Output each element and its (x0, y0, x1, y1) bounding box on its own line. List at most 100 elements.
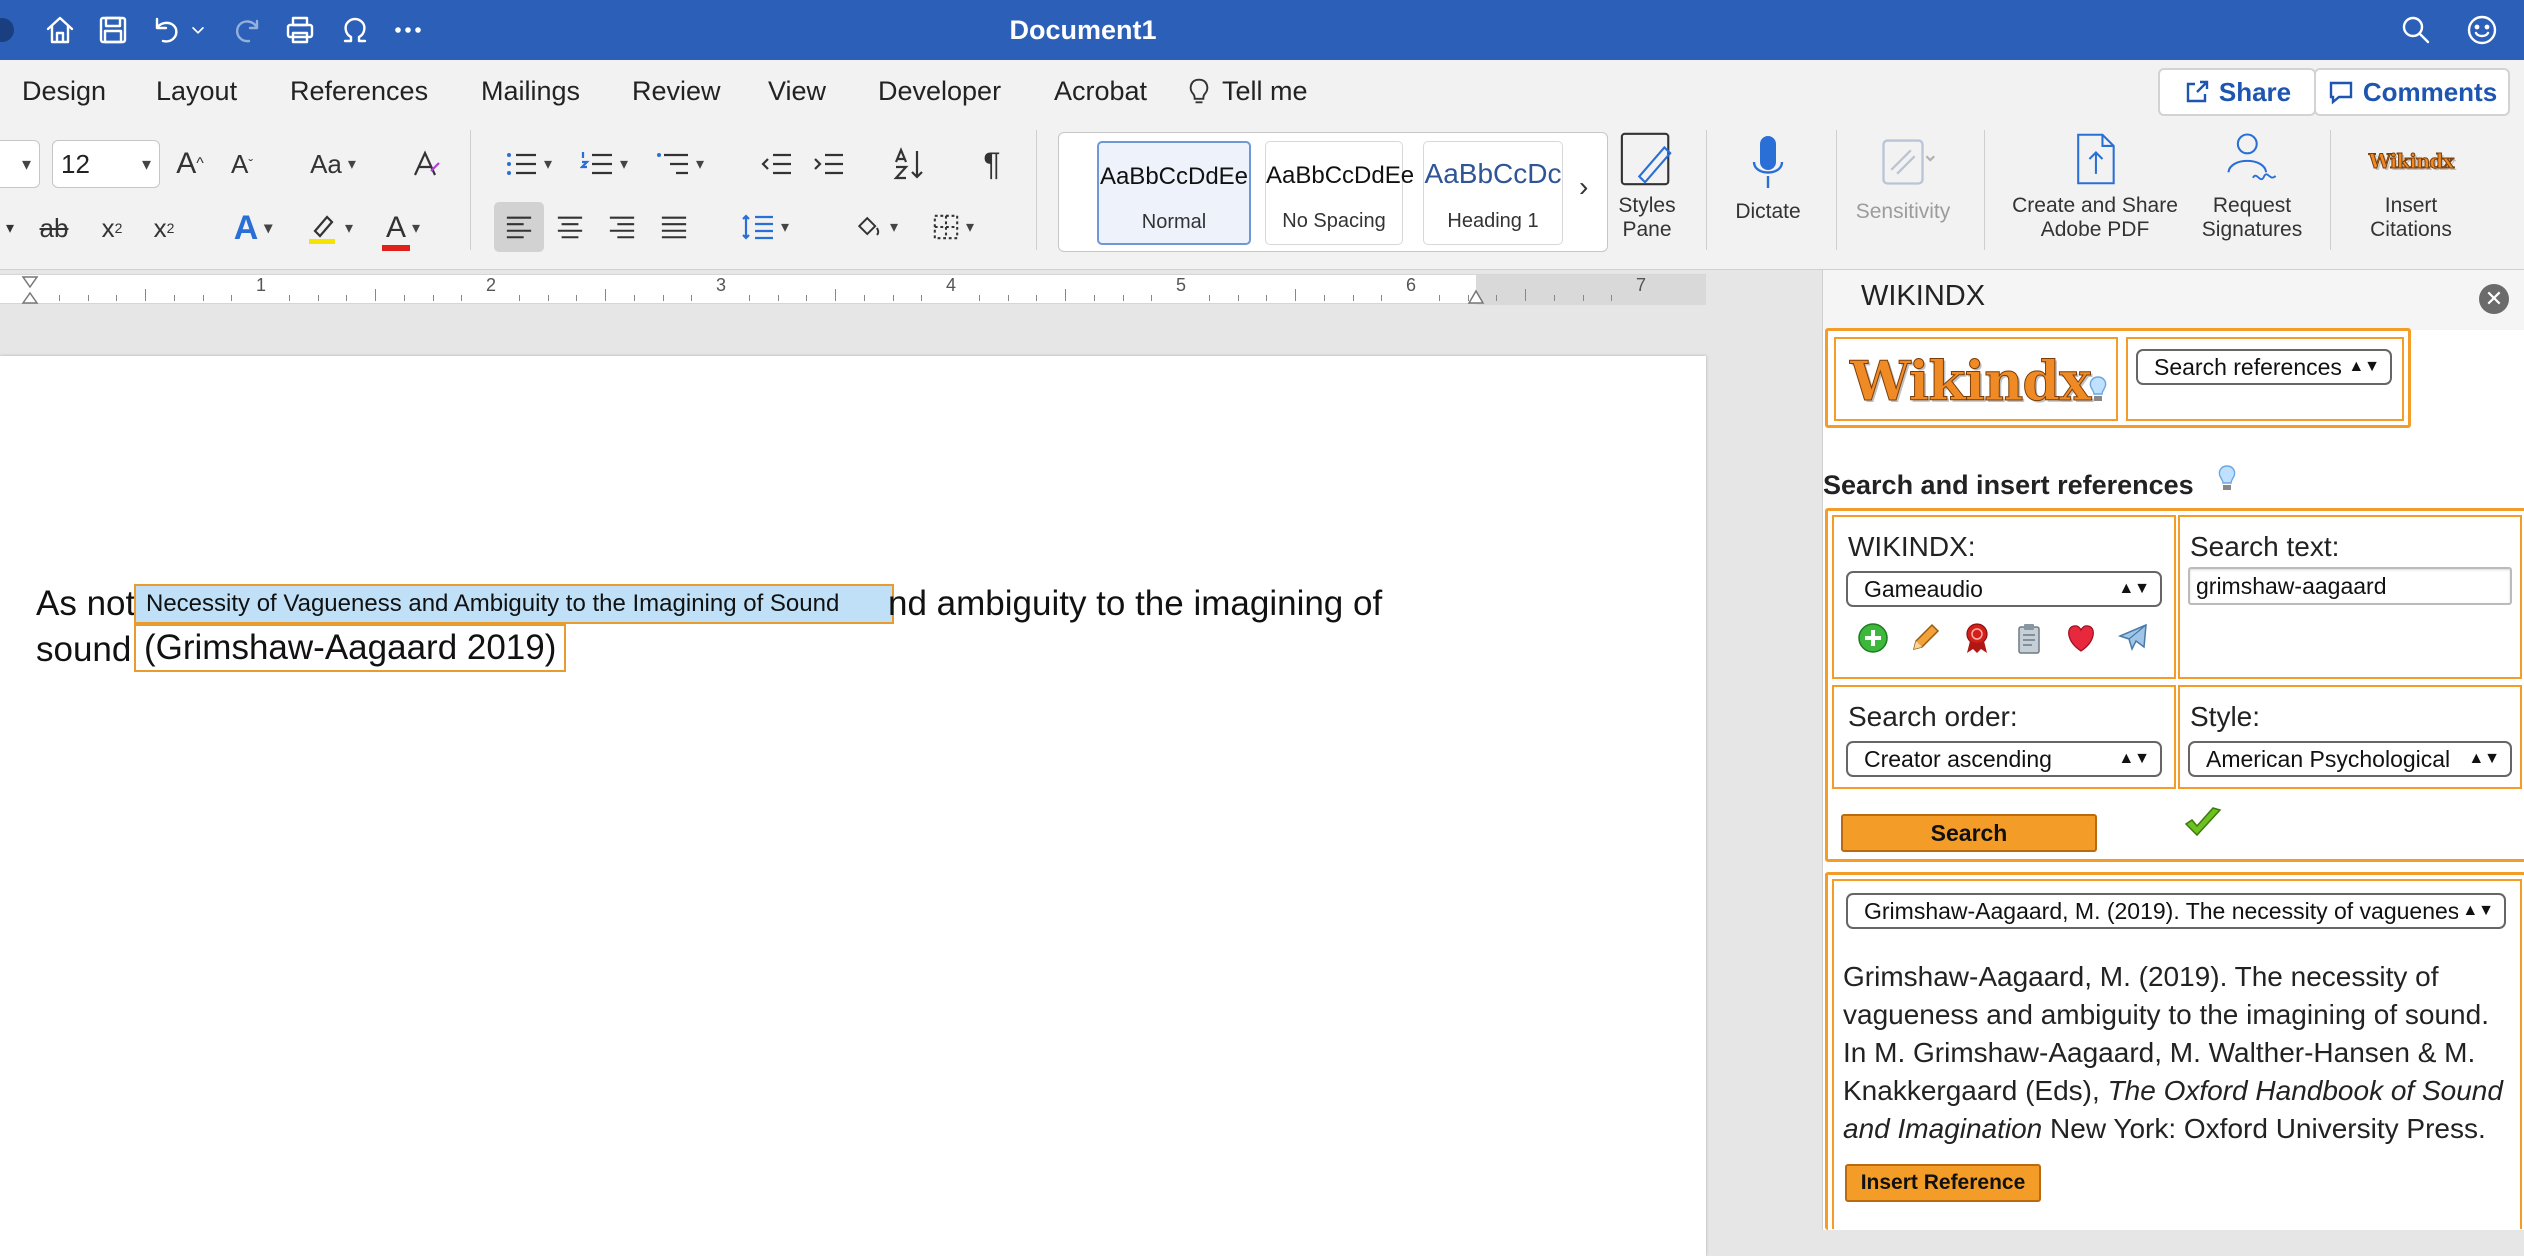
align-center-button[interactable] (548, 202, 592, 252)
underline-dropdown-chevron-icon[interactable]: ▾ (0, 206, 20, 250)
clipboard-icon[interactable] (2012, 621, 2046, 655)
heart-icon[interactable] (2064, 621, 2098, 655)
font-color-button[interactable]: A ▾ (370, 206, 436, 251)
smiley-feedback-icon[interactable] (2462, 10, 2502, 50)
tab-mailings[interactable]: Mailings (481, 60, 580, 122)
numbering-button[interactable]: ▾ (572, 142, 636, 186)
airplane-icon[interactable] (2116, 621, 2150, 655)
ruler-tick (605, 289, 606, 301)
lightbulb-help-icon[interactable] (2217, 464, 2237, 494)
ruler-tick (748, 295, 750, 301)
edit-pencil-icon[interactable] (1908, 621, 1942, 655)
multilevel-list-button[interactable]: ▾ (648, 142, 712, 186)
ribbon-separator (1984, 130, 1985, 250)
close-pane-icon[interactable]: ✕ (2479, 284, 2509, 314)
ruler-tick (173, 295, 175, 301)
ruler-tick (1323, 295, 1325, 301)
font-size-combo[interactable]: 12 ▾ (52, 140, 160, 188)
clear-formatting-icon[interactable] (406, 142, 446, 186)
award-ribbon-icon[interactable] (1960, 621, 1994, 655)
result-select-value: Grimshaw-Aagaard, M. (2019). The necessi… (1864, 898, 2471, 924)
document-page[interactable]: As not Necessity of Vagueness and Ambigu… (0, 356, 1706, 1256)
wikindx-select[interactable]: Gameaudio ▲▼ (1846, 571, 2162, 607)
tab-references[interactable]: References (290, 60, 428, 122)
ruler-tick (461, 295, 463, 301)
search-form-box: WIKINDX: Gameaudio ▲▼ Search text: grimsh… (1825, 508, 2524, 862)
ruler-tick (375, 289, 376, 301)
ruler-number: 3 (716, 275, 727, 295)
sensitivity-button[interactable]: Sensitivity (1848, 132, 1958, 224)
create-pdf-icon (2077, 133, 2115, 185)
ruler-tick (1208, 295, 1210, 301)
lightbulb-help-icon[interactable] (2088, 375, 2108, 405)
style-no-spacing[interactable]: AaBbCcDdEe No Spacing (1265, 141, 1414, 245)
tell-me-label: Tell me (1222, 76, 1308, 106)
style-select[interactable]: American Psychological ▲▼ (2188, 741, 2512, 777)
request-signatures-button[interactable]: Request Signatures (2184, 128, 2320, 242)
search-text-input[interactable]: grimshaw-aagaard (2188, 567, 2512, 605)
sensitivity-icon (1882, 139, 1935, 185)
add-icon[interactable] (1856, 621, 1890, 655)
checkmark-icon (2184, 807, 2222, 837)
doc-line-1-end: nd ambiguity to the imagining of (888, 584, 1383, 623)
mode-select[interactable]: Search references ▲▼ (2136, 349, 2392, 385)
styles-pane-button[interactable]: Styles Pane (1612, 128, 1682, 242)
tab-developer[interactable]: Developer (878, 60, 1001, 122)
ribbon-separator (1836, 130, 1837, 250)
tab-design[interactable]: Design (22, 60, 106, 122)
share-button[interactable]: Share (2158, 68, 2316, 116)
comments-button[interactable]: Comments (2314, 68, 2510, 116)
ruler-tick (1582, 295, 1584, 301)
text-effects-button[interactable]: A ▾ (220, 206, 286, 250)
search-button[interactable]: Search (1841, 814, 2097, 852)
create-share-pdf-button[interactable]: Create and Share Adobe PDF (2002, 128, 2188, 242)
grow-font-button[interactable]: A ^ (170, 142, 210, 186)
result-select[interactable]: Grimshaw-Aagaard, M. (2019). The necessi… (1846, 893, 2506, 929)
ruler-number: 2 (486, 275, 497, 295)
dictate-button[interactable]: Dictate (1724, 132, 1812, 224)
formatted-reference: Grimshaw-Aagaard, M. (2019). The necessi… (1843, 958, 2513, 1148)
shading-button[interactable]: ▾ (846, 202, 906, 252)
style-label: Style: (2190, 701, 2261, 732)
ruler-tick (662, 295, 664, 301)
subscript-button[interactable]: x2 (92, 206, 132, 250)
right-indent-marker-icon[interactable] (1466, 283, 1486, 305)
citation-field[interactable]: (Grimshaw-Aagaard 2019) (134, 624, 567, 672)
decrease-indent-button[interactable] (756, 142, 796, 186)
justify-button[interactable] (652, 202, 696, 252)
style-normal[interactable]: AaBbCcDdEe Normal (1097, 141, 1251, 245)
tab-acrobat[interactable]: Acrobat (1054, 60, 1147, 122)
highlight-color-button[interactable]: ▾ (296, 206, 362, 250)
insert-citations-label: Insert Citations (2370, 194, 2452, 241)
line-spacing-button[interactable]: ▾ (730, 202, 800, 252)
increase-indent-button[interactable] (808, 142, 848, 186)
insert-reference-button[interactable]: Insert Reference (1845, 1164, 2041, 1202)
gallery-next-chevron-icon[interactable]: › (1579, 171, 1588, 203)
ruler-tick (921, 295, 923, 301)
borders-button[interactable]: ▾ (920, 202, 986, 252)
tab-view[interactable]: View (768, 60, 826, 122)
strikethrough-button[interactable]: ab (34, 206, 74, 250)
style-heading-1[interactable]: AaBbCcDc Heading 1 (1423, 141, 1563, 245)
insert-citations-button[interactable]: Wikindx Insert Citations (2350, 128, 2472, 242)
font-name-combo[interactable]: ▾ (0, 140, 40, 188)
align-left-button[interactable] (494, 202, 544, 252)
align-right-button[interactable] (600, 202, 644, 252)
bullets-button[interactable]: ▾ (496, 142, 560, 186)
horizontal-ruler[interactable]: 1 2 3 4 5 6 7 (0, 270, 1822, 310)
style-preview: AaBbCcDc (1424, 158, 1562, 189)
shrink-font-button[interactable]: Aˇ (222, 142, 262, 186)
tab-layout[interactable]: Layout (156, 60, 237, 122)
tell-me-search[interactable]: Tell me (1186, 60, 1308, 122)
superscript-button[interactable]: x2 (144, 206, 184, 250)
show-formatting-marks-icon[interactable]: ¶ (972, 142, 1012, 186)
search-icon[interactable] (2396, 10, 2436, 50)
ruler-tick (777, 295, 779, 301)
sort-icon[interactable] (890, 142, 930, 186)
ruler-tick (1611, 295, 1613, 301)
change-case-button[interactable]: Aa ▾ (300, 142, 366, 186)
citation-content-control-title[interactable]: Necessity of Vagueness and Ambiguity to … (134, 584, 894, 624)
tab-review[interactable]: Review (632, 60, 721, 122)
search-order-select[interactable]: Creator ascending ▲▼ (1846, 741, 2162, 777)
indent-marker-icon[interactable] (20, 275, 40, 305)
